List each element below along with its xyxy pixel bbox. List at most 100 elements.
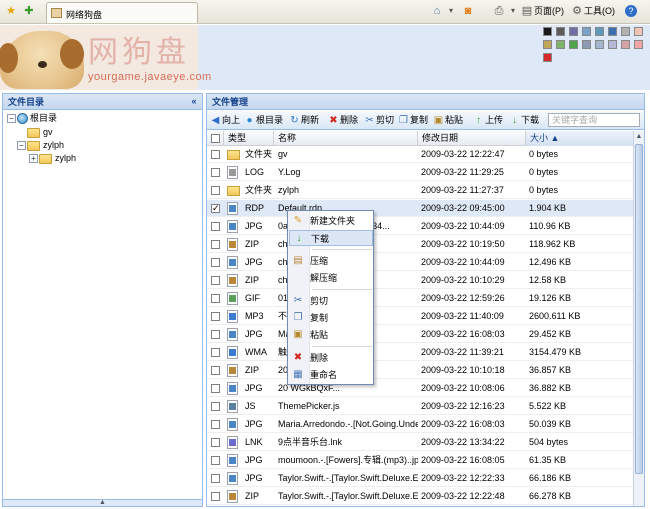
dropdown-arrow-icon[interactable]: ▾: [506, 4, 520, 18]
theme-color-swatch[interactable]: [595, 27, 604, 36]
theme-color-swatch[interactable]: [595, 40, 604, 49]
page-menu[interactable]: 页面(P): [534, 4, 564, 18]
file-row[interactable]: 文件夹 zylph 2009-03-22 11:27:37 0 bytes: [207, 182, 637, 199]
row-checkbox[interactable]: [211, 258, 220, 267]
context-menu-item[interactable]: ↓ 下载: [289, 230, 373, 246]
help-icon[interactable]: ?: [625, 5, 637, 17]
rss-feed-icon[interactable]: ◙: [461, 4, 475, 18]
download-button[interactable]: ↓ 下载: [509, 113, 539, 127]
file-row[interactable]: MP3 不 2009-03-22 11:40:09 2600.611 KB: [207, 308, 637, 325]
context-menu-item[interactable]: ✖ 删除: [289, 350, 373, 366]
select-all-checkbox[interactable]: [211, 134, 220, 143]
up-button[interactable]: ◀ 向上: [210, 113, 240, 127]
file-row[interactable]: WMA 触 2009-03-22 11:39:21 3154.479 KB: [207, 344, 637, 361]
file-row[interactable]: ZIP20 WGkBQxF...2009-03-22 10:10:1836.85…: [207, 362, 637, 379]
column-type[interactable]: 类型: [223, 131, 273, 146]
copy-button[interactable]: ❐ 复制: [398, 113, 428, 127]
theme-color-swatch[interactable]: [634, 40, 643, 49]
row-checkbox[interactable]: [211, 456, 220, 465]
file-row[interactable]: JS ThemePicker.js 2009-03-22 12:16:23 5.522…: [207, 398, 637, 415]
file-row[interactable]: JPGMa s.-.1辑]...2009-03-22 16:08:0329.45…: [207, 326, 637, 343]
vertical-scrollbar[interactable]: ▲: [633, 131, 644, 506]
delete-button[interactable]: ✖ 删除: [328, 113, 358, 127]
file-row[interactable]: JPG Taylor.Swift.-.[Taylor.Swift.Deluxe.E…: [207, 470, 637, 487]
dropdown-arrow-icon[interactable]: ▾: [444, 4, 458, 18]
row-checkbox[interactable]: [211, 438, 220, 447]
collapse-icon[interactable]: «: [189, 97, 199, 106]
theme-color-swatch[interactable]: [608, 40, 617, 49]
context-menu-item[interactable]: ✂ 剪切: [289, 293, 373, 309]
theme-color-swatch[interactable]: [569, 27, 578, 36]
row-checkbox[interactable]: [211, 384, 220, 393]
file-row[interactable]: JPG 20 WGkBQxF... 2009-03-22 10:08:06 36.88…: [207, 380, 637, 397]
theme-color-swatch[interactable]: [543, 53, 552, 62]
gear-icon[interactable]: ⚙: [570, 4, 584, 18]
file-row[interactable]: JPG moumoon.-.[Fowers].专辑.(mp3)..jpg 2009-…: [207, 452, 637, 469]
root-button[interactable]: ● 根目录: [244, 113, 283, 127]
upload-button[interactable]: ↑ 上传: [473, 113, 503, 127]
home-icon[interactable]: ⌂: [430, 4, 444, 18]
context-menu-item[interactable]: ▦ 重命名: [289, 367, 373, 383]
row-checkbox[interactable]: [211, 312, 220, 321]
collapse-toggle-icon[interactable]: −: [17, 141, 26, 150]
theme-color-swatch[interactable]: [543, 27, 552, 36]
tools-menu[interactable]: 工具(O): [584, 4, 615, 18]
cut-button[interactable]: ✂ 剪切: [364, 113, 394, 127]
row-checkbox[interactable]: [211, 330, 220, 339]
column-name[interactable]: 名称: [273, 131, 417, 146]
theme-color-swatch[interactable]: [608, 27, 617, 36]
file-row[interactable]: 文件夹 gv 2009-03-22 12:22:47 0 bytes: [207, 146, 637, 163]
scroll-up-arrow-icon[interactable]: ▲: [634, 131, 644, 142]
row-checkbox[interactable]: [211, 294, 220, 303]
file-row[interactable]: ZIP chi 2009-03-22 10:19:50 118.962 KB: [207, 236, 637, 253]
file-row[interactable]: LNK 9点半音乐台.lnk 2009-03-22 13:34:22 504 byte…: [207, 434, 637, 451]
context-menu-item[interactable]: ✎ 新建文件夹: [289, 213, 373, 229]
file-row[interactable]: ZIP Taylor.Swift.-.[Taylor.Swift.Deluxe.E…: [207, 488, 637, 505]
theme-color-swatch[interactable]: [582, 40, 591, 49]
theme-color-swatch[interactable]: [582, 27, 591, 36]
print-icon[interactable]: ⎙: [492, 4, 506, 18]
theme-color-swatch[interactable]: [543, 40, 552, 49]
column-size[interactable]: 大小 ▲: [525, 131, 635, 146]
sidebar-split-handle[interactable]: ▲: [3, 499, 202, 506]
row-checkbox[interactable]: [211, 240, 220, 249]
add-favorite-icon[interactable]: ✚: [22, 4, 36, 18]
row-checkbox[interactable]: [211, 186, 220, 195]
context-menu-item[interactable]: ▣ 粘贴: [289, 327, 373, 343]
favorites-star-icon[interactable]: ★: [4, 4, 18, 18]
row-checkbox[interactable]: [211, 276, 220, 285]
file-row[interactable]: JPG chi 2009-03-22 10:44:09 12.496 KB: [207, 254, 637, 271]
row-checkbox[interactable]: [211, 420, 220, 429]
file-row[interactable]: ZIP chi 2009-03-22 10:10:29 12.58 KB: [207, 272, 637, 289]
row-checkbox[interactable]: [211, 348, 220, 357]
page-icon[interactable]: ▤: [520, 4, 534, 18]
theme-color-swatch[interactable]: [556, 27, 565, 36]
search-input[interactable]: 关键字查询: [548, 113, 640, 127]
file-row[interactable]: ✓ RDP Default.rdp 2009-03-22 09:45:00 1.904 …: [207, 200, 637, 217]
collapse-toggle-icon[interactable]: −: [7, 114, 16, 123]
row-checkbox[interactable]: [211, 492, 220, 501]
file-row[interactable]: JPG0a7e3c34f2fbf8c7b2f4834...2009-03-22 …: [207, 218, 637, 235]
row-checkbox[interactable]: [211, 222, 220, 231]
column-modified[interactable]: 修改日期: [417, 131, 525, 146]
theme-color-swatch[interactable]: [569, 40, 578, 49]
row-checkbox[interactable]: [211, 402, 220, 411]
browser-tab[interactable]: 网络狗盘: [46, 2, 198, 23]
scrollbar-thumb[interactable]: [635, 144, 643, 474]
row-checkbox[interactable]: [211, 150, 220, 159]
row-checkbox[interactable]: [211, 366, 220, 375]
context-menu-item[interactable]: ▤ 压缩: [289, 253, 373, 269]
file-row[interactable]: LOG Y.Log 2009-03-22 11:29:25 0 bytes: [207, 164, 637, 181]
theme-color-swatch[interactable]: [621, 27, 630, 36]
theme-color-swatch[interactable]: [621, 40, 630, 49]
file-row[interactable]: JPG Maria.Arredondo.-.[Not.Going.Under]..…: [207, 416, 637, 433]
paste-button[interactable]: ▣ 粘贴: [433, 113, 463, 127]
row-checkbox[interactable]: [211, 168, 220, 177]
context-menu-item[interactable]: ❐ 复制: [289, 310, 373, 326]
theme-color-swatch[interactable]: [634, 27, 643, 36]
theme-color-swatch[interactable]: [556, 40, 565, 49]
file-row[interactable]: GIF 01 2009-03-22 12:59:26 19.126 KB: [207, 290, 637, 307]
row-checkbox[interactable]: [211, 474, 220, 483]
context-menu-item[interactable]: 解压缩: [289, 270, 373, 286]
expand-toggle-icon[interactable]: +: [29, 154, 38, 163]
